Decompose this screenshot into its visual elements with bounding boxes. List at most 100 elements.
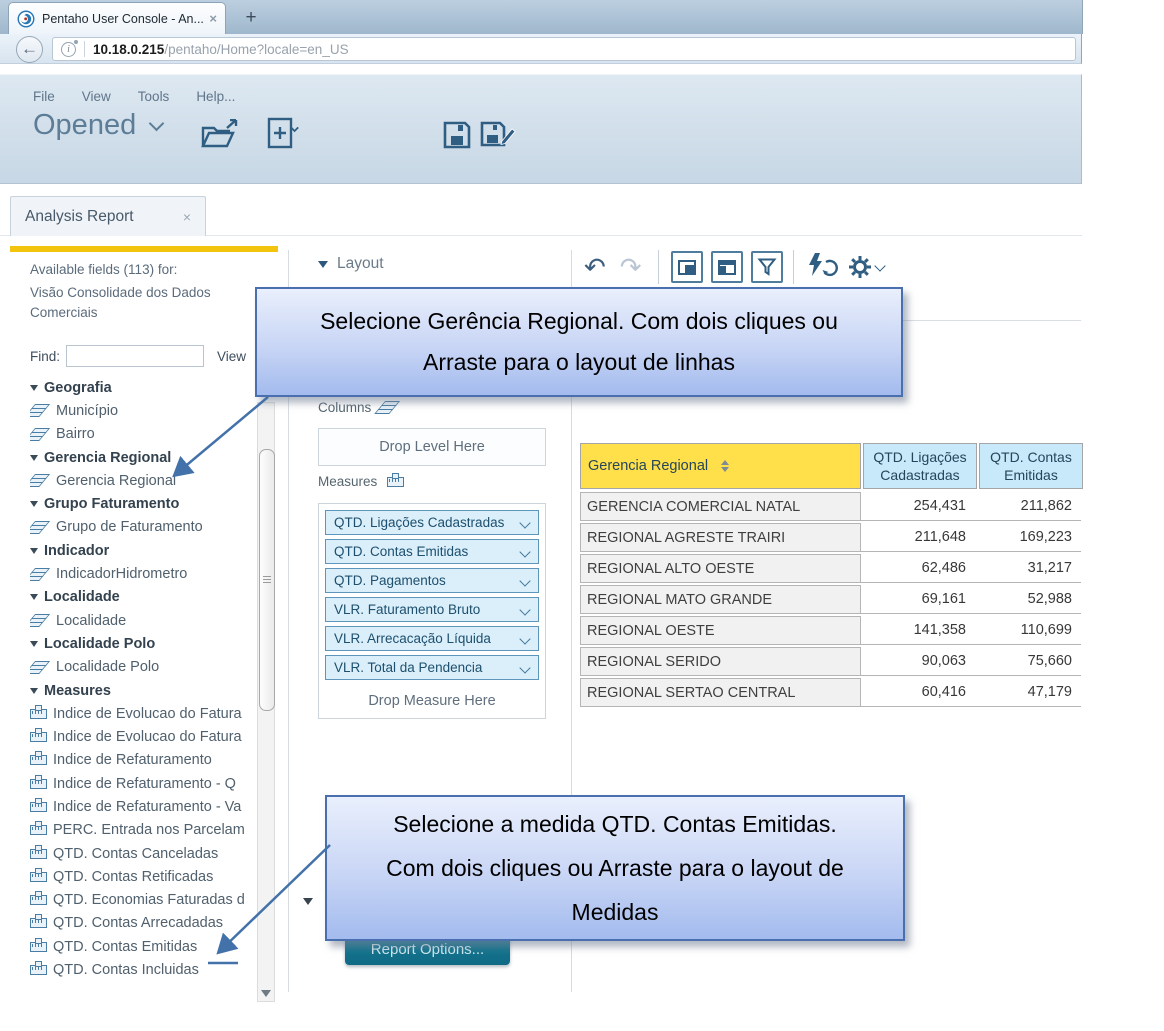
column-header-emitidas[interactable]: QTD. Contas Emitidas [979,443,1083,489]
auto-refresh-button[interactable] [806,252,838,283]
field-list-item[interactable]: Measures [30,679,256,702]
menu-item[interactable]: File [33,89,55,104]
view-label[interactable]: View [217,349,246,364]
scroll-down-arrow-icon[interactable] [261,990,271,997]
field-list-item[interactable]: QTD. Contas Retificadas [30,865,256,888]
measure-chip[interactable]: QTD. Ligações Cadastradas [325,510,539,535]
field-list-item[interactable]: Gerencia Regional [30,469,256,492]
field-list-item[interactable]: Localidade Polo [30,632,256,655]
close-icon[interactable]: × [183,209,191,225]
row-header-cell[interactable]: REGIONAL ALTO OESTE [580,554,861,583]
field-list-item[interactable]: Indice de Refaturamento - Q [30,772,256,795]
drop-level-zone[interactable]: Drop Level Here [318,428,546,466]
table-row[interactable]: REGIONAL OESTE 141,358 110,699 [580,616,1083,645]
row-values: 141,358 110,699 [861,616,1081,645]
save-button[interactable] [443,121,471,154]
value-cell-ligacoes: 254,431 [861,492,975,520]
field-list-item[interactable]: Grupo de Faturamento [30,516,256,539]
collapsed-section-triangle-icon[interactable] [303,898,313,905]
field-list-item[interactable]: Geografia [30,376,256,399]
sort-icon[interactable] [721,460,854,472]
table-row[interactable]: GERENCIA COMERCIAL NATAL 254,431 211,862 [580,492,1083,521]
menu-item[interactable]: Help... [196,89,235,104]
field-list-item[interactable]: Gerencia Regional [30,446,256,469]
drop-measure-zone[interactable]: Drop Measure Here [325,684,539,709]
collapse-triangle-icon [30,594,38,600]
field-list-item[interactable]: Indice de Evolucao do Fatura [30,725,256,748]
undo-icon[interactable]: ↶ [584,252,606,283]
chevron-down-icon[interactable] [519,633,530,644]
field-list-item[interactable]: QTD. Contas Incluidas [30,958,256,981]
tab-analysis-report[interactable]: Analysis Report × [10,196,206,236]
settings-button[interactable] [848,255,884,279]
field-list-item[interactable]: Localidade [30,586,256,609]
field-list-item[interactable]: QTD. Economias Faturadas d [30,889,256,912]
layout-section-header[interactable]: Layout [318,255,384,273]
row-header-cell[interactable]: GERENCIA COMERCIAL NATAL [580,492,861,521]
layout-title: Layout [337,255,384,273]
row-header-cell[interactable]: REGIONAL MATO GRANDE [580,585,861,614]
chevron-down-icon[interactable] [519,575,530,586]
measure-chip[interactable]: VLR. Faturamento Bruto [325,597,539,622]
field-label: QTD. Contas Emitidas [53,939,197,955]
field-list-item[interactable]: Município [30,399,256,422]
field-list-item[interactable]: Indice de Refaturamento - Va [30,795,256,818]
close-tab-icon[interactable]: × [209,11,217,26]
info-icon[interactable]: i [61,42,76,57]
new-document-icon [266,117,304,151]
field-list-item[interactable]: IndicadorHidrometro [30,562,256,585]
menu-item[interactable]: View [82,89,111,104]
table-row[interactable]: REGIONAL AGRESTE TRAIRI 211,648 169,223 [580,523,1083,552]
column-header-gerencia-regional[interactable]: Gerencia Regional [580,443,861,489]
toggle-fields-panel-button[interactable] [671,251,703,283]
chevron-down-icon[interactable] [519,604,530,615]
measure-chip[interactable]: QTD. Pagamentos [325,568,539,593]
filter-button[interactable] [751,251,783,283]
row-header-cell[interactable]: REGIONAL SERTAO CENTRAL [580,678,861,707]
row-header-cell[interactable]: REGIONAL SERIDO [580,647,861,676]
chevron-down-icon[interactable] [519,517,530,528]
table-row[interactable]: REGIONAL SERIDO 90,063 75,660 [580,647,1083,676]
measure-chip[interactable]: VLR. Arrecacação Líquida [325,626,539,651]
new-tab-button[interactable]: + [236,6,266,30]
field-list-item[interactable]: QTD. Contas Arrecadadas [30,912,256,935]
column-header-ligacoes[interactable]: QTD. Ligações Cadastradas [863,443,977,489]
table-row[interactable]: REGIONAL MATO GRANDE 69,161 52,988 [580,585,1083,614]
back-arrow-icon: ← [21,39,38,58]
open-menu-button[interactable]: Opened [33,109,162,142]
field-list-item[interactable]: Bairro [30,423,256,446]
field-list-item[interactable]: QTD. Contas Canceladas [30,842,256,865]
url-host: 10.18.0.215 [93,42,164,57]
url-path: /pentaho/Home?locale=en_US [164,42,348,57]
browser-tab[interactable]: Pentaho User Console - An... × [8,2,226,34]
field-list-item[interactable]: Indicador [30,539,256,562]
field-label: Indice de Evolucao do Fatura [53,706,242,722]
table-row[interactable]: REGIONAL SERTAO CENTRAL 60,416 47,179 [580,678,1083,707]
back-button[interactable]: ← [16,36,43,63]
url-field[interactable]: i 10.18.0.215/pentaho/Home?locale=en_US [52,37,1076,61]
new-report-button[interactable] [266,117,304,156]
field-list-item[interactable]: Grupo Faturamento [30,492,256,515]
field-list-item[interactable]: Indice de Refaturamento [30,749,256,772]
menu-item[interactable]: Tools [138,89,170,104]
field-list-item[interactable]: Localidade [30,609,256,632]
field-list-item[interactable]: PERC. Entrada nos Parcelam [30,819,256,842]
toggle-layout-panel-button[interactable] [711,251,743,283]
measure-chip[interactable]: QTD. Contas Emitidas [325,539,539,564]
chevron-down-icon[interactable] [519,662,530,673]
browse-files-button[interactable] [200,119,240,156]
field-list-item[interactable]: QTD. Contas Emitidas [30,935,256,958]
measure-chip[interactable]: VLR. Total da Pendencia [325,655,539,680]
field-list-item[interactable]: Localidade Polo [30,656,256,679]
row-header-cell[interactable]: REGIONAL OESTE [580,616,861,645]
field-list-scrollbar[interactable] [257,402,275,1002]
field-list-item[interactable]: Indice de Evolucao do Fatura [30,702,256,725]
table-row[interactable]: REGIONAL ALTO OESTE 62,486 31,217 [580,554,1083,583]
row-header-cell[interactable]: REGIONAL AGRESTE TRAIRI [580,523,861,552]
chevron-down-icon[interactable] [519,546,530,557]
scrollbar-thumb[interactable] [259,449,275,711]
measure-chip-list: QTD. Ligações Cadastradas QTD. Contas Em… [325,510,539,680]
find-input[interactable] [66,345,204,367]
measure-chip-label: VLR. Faturamento Bruto [334,602,480,617]
save-as-button[interactable] [480,121,516,154]
